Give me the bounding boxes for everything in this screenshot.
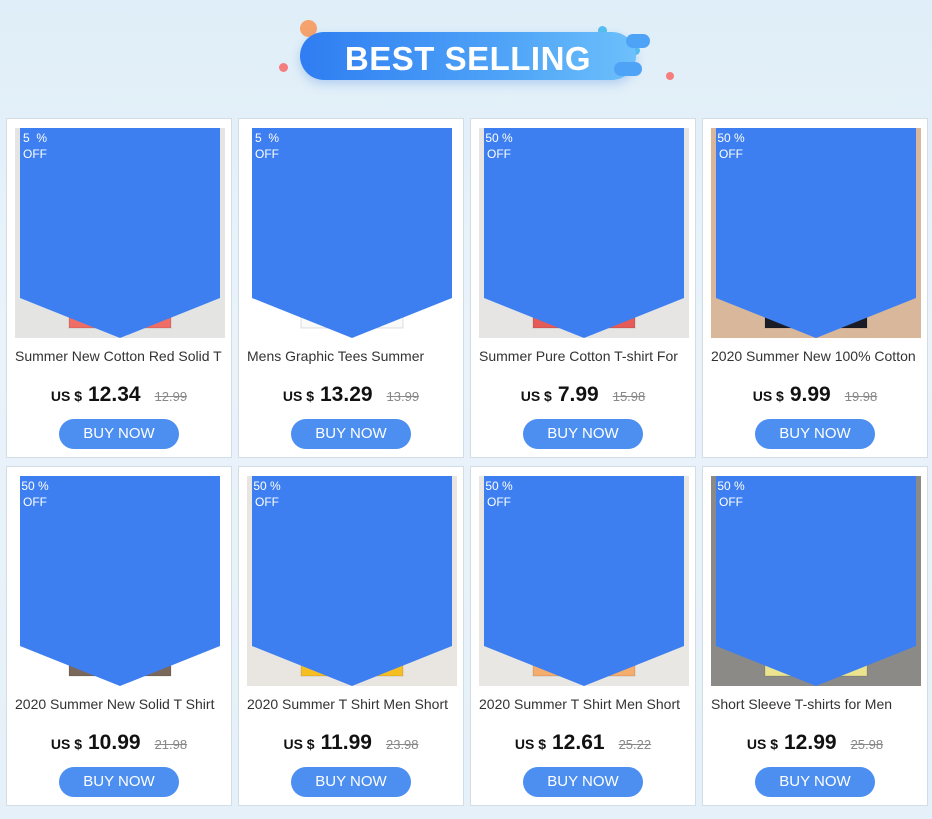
product-card[interactable]: 50 % OFF Short Sleeve T-shirts for Men U… bbox=[702, 466, 928, 806]
current-price: 12.61 bbox=[552, 731, 605, 754]
product-title[interactable]: 2020 Summer New 100% Cotton bbox=[711, 348, 923, 364]
buy-now-button[interactable]: BUY NOW bbox=[755, 419, 875, 449]
decor-pill bbox=[614, 62, 642, 76]
original-price: 23.98 bbox=[385, 737, 419, 752]
decor-pill bbox=[626, 34, 650, 48]
discount-off-label: OFF bbox=[719, 147, 743, 161]
buy-now-button[interactable]: BUY NOW bbox=[59, 419, 179, 449]
white-graphic-tshirt-image[interactable]: 5 % OFF bbox=[247, 128, 457, 338]
banner-title: BEST SELLING bbox=[344, 40, 592, 77]
currency-label: US $ bbox=[514, 736, 546, 752]
original-price: 19.98 bbox=[844, 389, 878, 404]
buy-now-button[interactable]: BUY NOW bbox=[523, 419, 643, 449]
buy-now-button[interactable]: BUY NOW bbox=[59, 767, 179, 797]
discount-percent: 50 % bbox=[717, 479, 745, 493]
discount-badge: 50 % OFF bbox=[15, 476, 220, 686]
current-price: 9.99 bbox=[789, 383, 831, 406]
product-title[interactable]: 2020 Summer T Shirt Men Short bbox=[479, 696, 691, 712]
currency-label: US $ bbox=[520, 388, 552, 404]
discount-badge: 50 % OFF bbox=[479, 476, 684, 686]
product-card[interactable]: 50 % OFF 2020 Summer T Shirt Men Short U… bbox=[238, 466, 464, 806]
price-row: US $ 12.61 25.22 bbox=[471, 731, 695, 755]
buy-now-button[interactable]: BUY NOW bbox=[291, 767, 411, 797]
product-card[interactable]: 5 % OFF Summer New Cotton Red Solid T US… bbox=[6, 118, 232, 458]
discount-badge: 50 % OFF bbox=[479, 128, 684, 338]
buy-now-button[interactable]: BUY NOW bbox=[755, 767, 875, 797]
discount-percent: 50 % bbox=[485, 131, 513, 145]
current-price: 10.99 bbox=[88, 731, 141, 754]
yellow-tshirt-image[interactable]: 50 % OFF bbox=[247, 476, 457, 686]
currency-label: US $ bbox=[752, 388, 784, 404]
price-row: US $ 12.99 25.98 bbox=[703, 731, 927, 755]
product-title[interactable]: 2020 Summer T Shirt Men Short bbox=[247, 696, 459, 712]
current-price: 12.34 bbox=[88, 383, 141, 406]
price-row: US $ 11.99 23.98 bbox=[239, 731, 463, 755]
current-price: 7.99 bbox=[557, 383, 599, 406]
current-price: 12.99 bbox=[784, 731, 837, 754]
discount-off-label: OFF bbox=[487, 495, 511, 509]
discount-percent: 5 % bbox=[254, 131, 279, 145]
discount-percent: 50 % bbox=[21, 479, 49, 493]
currency-label: US $ bbox=[746, 736, 778, 752]
discount-off-label: OFF bbox=[255, 495, 279, 509]
product-card[interactable]: 50 % OFF Summer Pure Cotton T-shirt For … bbox=[470, 118, 696, 458]
price-row: US $ 9.99 19.98 bbox=[703, 383, 927, 407]
price-row: US $ 12.34 12.99 bbox=[7, 383, 231, 407]
red-tshirt-image[interactable]: 50 % OFF bbox=[479, 128, 689, 338]
orange-tshirt-image[interactable]: 50 % OFF bbox=[479, 476, 689, 686]
product-title[interactable]: Short Sleeve T-shirts for Men bbox=[711, 696, 923, 712]
product-title[interactable]: 2020 Summer New Solid T Shirt bbox=[15, 696, 227, 712]
discount-badge: 5 % OFF bbox=[15, 128, 220, 338]
discount-off-label: OFF bbox=[719, 495, 743, 509]
original-price: 25.22 bbox=[618, 737, 652, 752]
original-price: 13.99 bbox=[386, 389, 420, 404]
decor-bubble bbox=[666, 72, 674, 80]
discount-off-label: OFF bbox=[487, 147, 511, 161]
currency-label: US $ bbox=[282, 388, 314, 404]
currency-label: US $ bbox=[50, 388, 82, 404]
light-yellow-tshirt-image[interactable]: 50 % OFF bbox=[711, 476, 921, 686]
original-price: 25.98 bbox=[850, 737, 884, 752]
discount-off-label: OFF bbox=[23, 495, 47, 509]
discount-percent: 5 % bbox=[22, 131, 47, 145]
banner-pill: BEST SELLING bbox=[300, 32, 636, 80]
price-row: US $ 10.99 21.98 bbox=[7, 731, 231, 755]
product-title[interactable]: Summer Pure Cotton T-shirt For bbox=[479, 348, 691, 364]
red-tshirt-image[interactable]: 5 % OFF bbox=[15, 128, 225, 338]
product-card[interactable]: 50 % OFF 2020 Summer New Solid T Shirt U… bbox=[6, 466, 232, 806]
currency-label: US $ bbox=[50, 736, 82, 752]
discount-percent: 50 % bbox=[485, 479, 513, 493]
currency-label: US $ bbox=[283, 736, 315, 752]
discount-percent: 50 % bbox=[253, 479, 281, 493]
discount-badge: 50 % OFF bbox=[711, 476, 916, 686]
product-title[interactable]: Mens Graphic Tees Summer bbox=[247, 348, 459, 364]
original-price: 21.98 bbox=[154, 737, 188, 752]
discount-badge: 50 % OFF bbox=[247, 476, 452, 686]
product-title[interactable]: Summer New Cotton Red Solid T bbox=[15, 348, 227, 364]
product-card[interactable]: 5 % OFF Mens Graphic Tees Summer US $ 13.… bbox=[238, 118, 464, 458]
original-price: 12.99 bbox=[154, 389, 188, 404]
price-row: US $ 7.99 15.98 bbox=[471, 383, 695, 407]
product-card[interactable]: 50 % OFF 2020 Summer New 100% Cotton US … bbox=[702, 118, 928, 458]
discount-badge: 5 % OFF bbox=[247, 128, 452, 338]
current-price: 11.99 bbox=[320, 731, 372, 754]
current-price: 13.29 bbox=[320, 383, 373, 406]
discount-percent: 50 % bbox=[717, 131, 745, 145]
discount-badge: 50 % OFF bbox=[711, 128, 916, 338]
decor-bubble bbox=[279, 63, 288, 72]
buy-now-button[interactable]: BUY NOW bbox=[291, 419, 411, 449]
black-tshirt-image[interactable]: 50 % OFF bbox=[711, 128, 921, 338]
discount-off-label: OFF bbox=[255, 147, 279, 161]
buy-now-button[interactable]: BUY NOW bbox=[523, 767, 643, 797]
product-card[interactable]: 50 % OFF 2020 Summer T Shirt Men Short U… bbox=[470, 466, 696, 806]
best-selling-banner: BEST SELLING bbox=[0, 0, 932, 118]
price-row: US $ 13.29 13.99 bbox=[239, 383, 463, 407]
brown-linen-tshirt-image[interactable]: 50 % OFF bbox=[15, 476, 225, 686]
original-price: 15.98 bbox=[612, 389, 646, 404]
discount-off-label: OFF bbox=[23, 147, 47, 161]
